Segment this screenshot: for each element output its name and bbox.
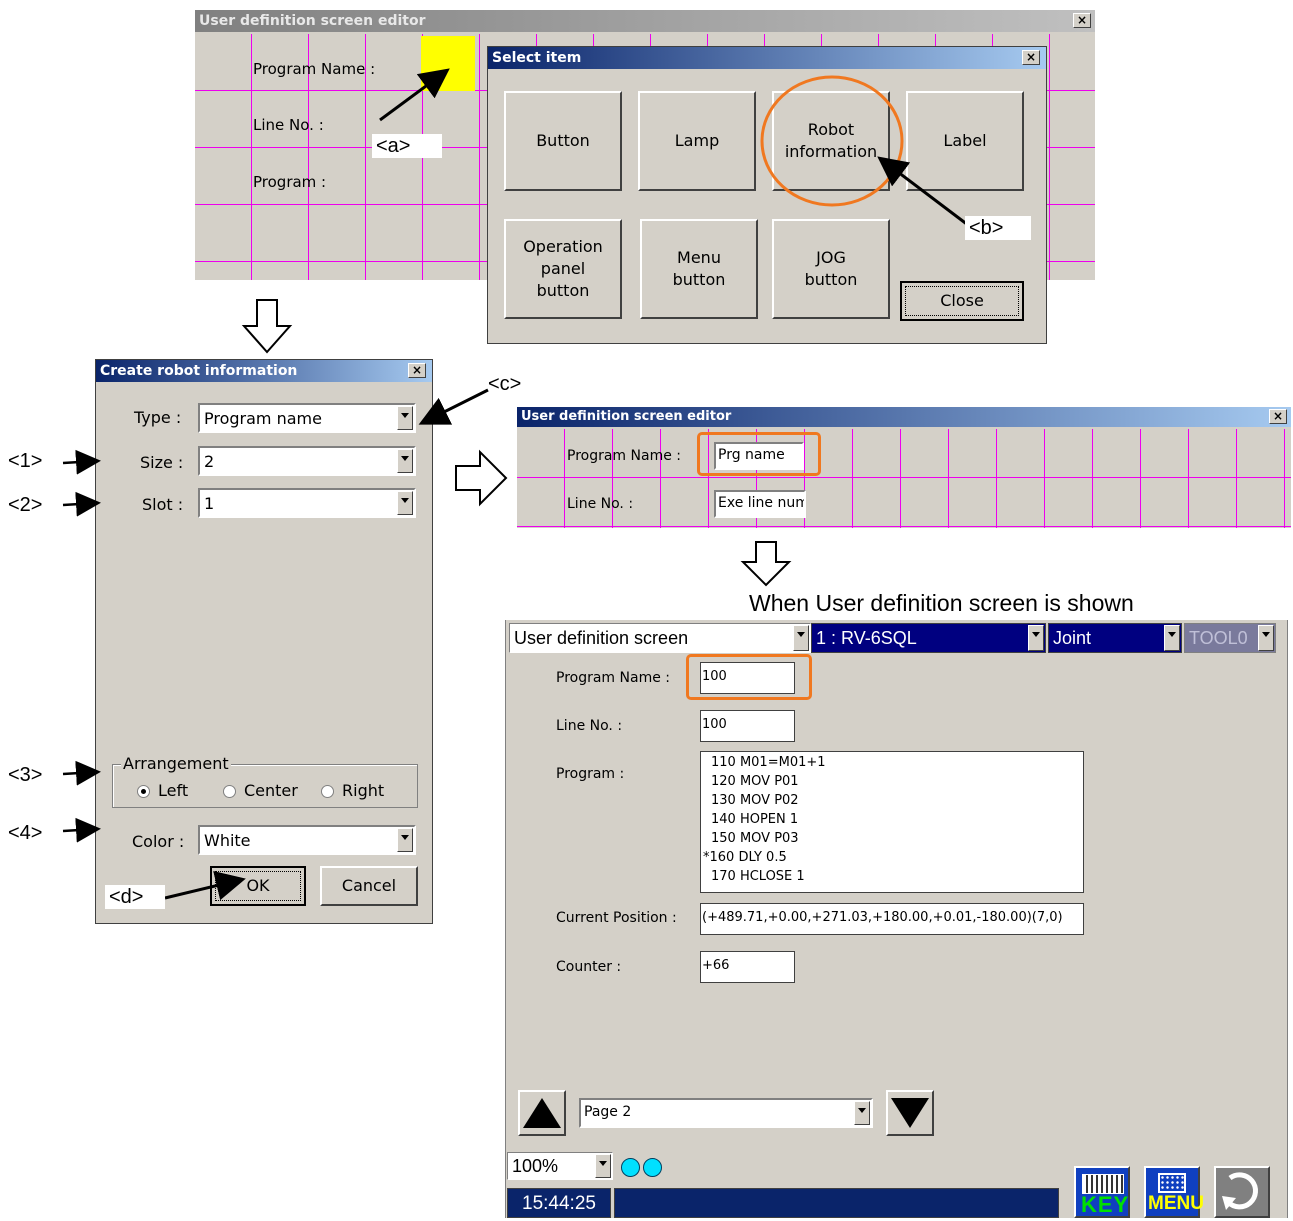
callout-b: <b> [965, 216, 1031, 240]
arrow-c [418, 388, 489, 425]
arrow-a [379, 68, 450, 122]
flow-arrow-down-1 [241, 299, 293, 354]
callout-2: <2> [8, 494, 43, 516]
callout-c: <c> [488, 373, 522, 395]
flow-arrow-down-2 [740, 541, 792, 587]
callout-4: <4> [8, 822, 43, 844]
robot-info-highlight-circle [760, 75, 904, 207]
arrow-b [877, 156, 969, 227]
callout-1: <1> [8, 450, 43, 472]
callout-a: <a> [372, 134, 442, 158]
arrow-d [164, 871, 246, 901]
arrow-4 [62, 817, 101, 843]
flow-arrow-right [455, 449, 508, 507]
arrow-3 [62, 760, 101, 786]
callout-3: <3> [8, 764, 43, 786]
callout-d: <d> [105, 885, 165, 909]
annotation-layer [62, 68, 969, 901]
arrow-2 [62, 491, 101, 517]
arrow-1 [62, 449, 101, 475]
